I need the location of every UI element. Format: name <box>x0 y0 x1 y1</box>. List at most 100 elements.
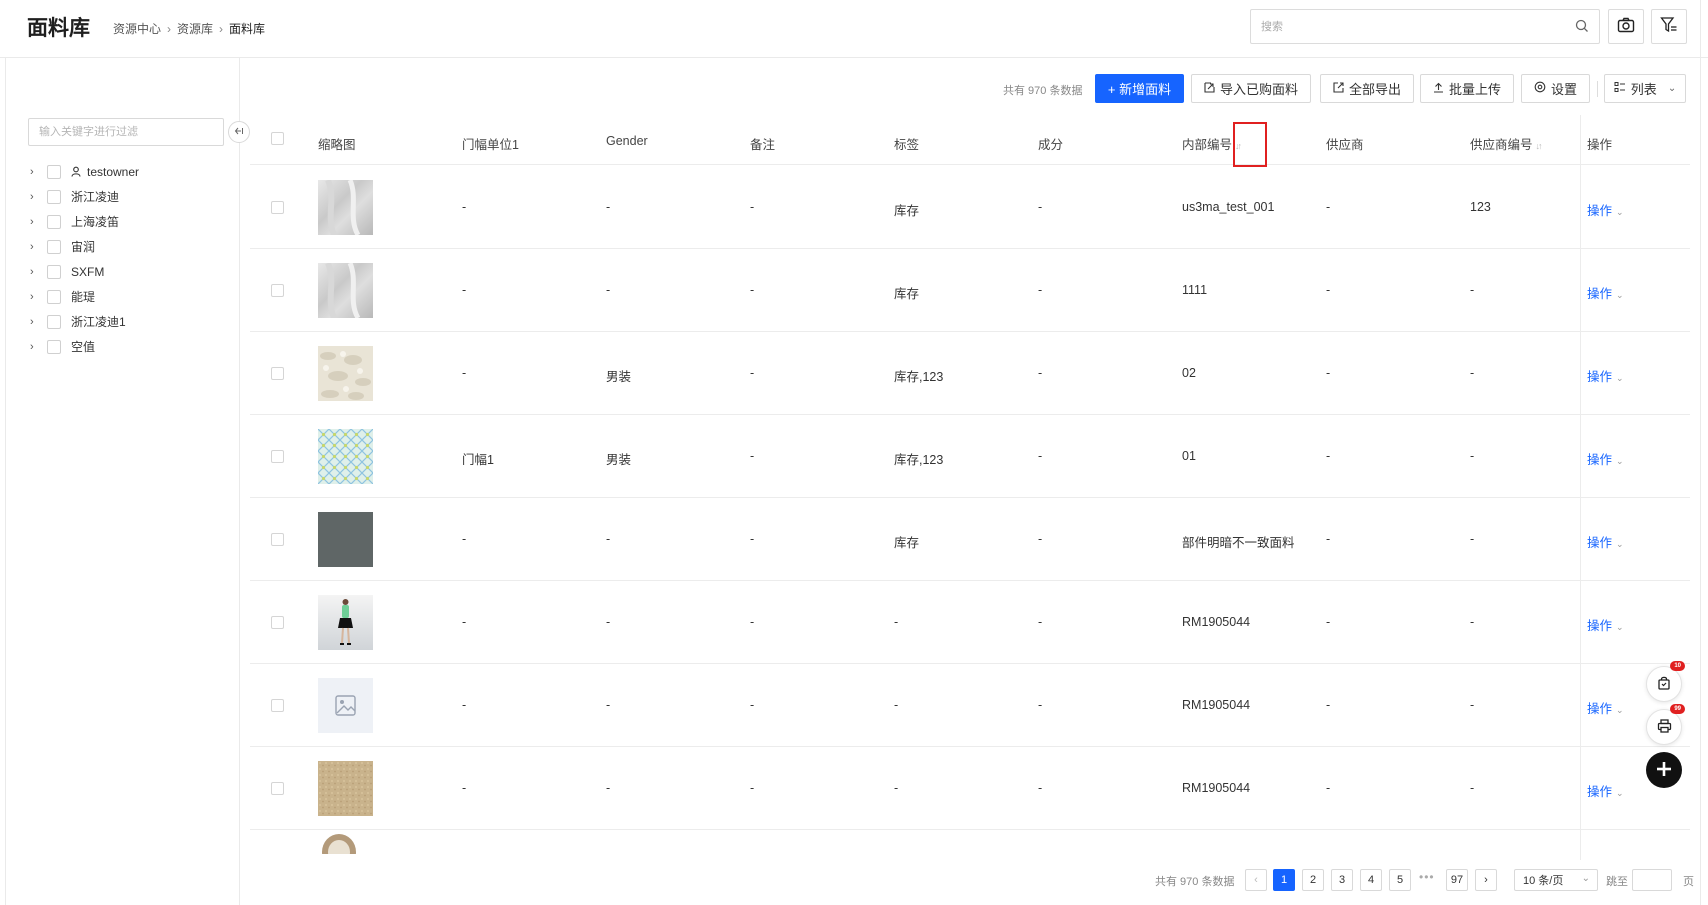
table-row[interactable]: - - - 库存 - 1111 - - 操作 ⌄ <box>250 249 1690 332</box>
cart-float-button[interactable]: 10 <box>1646 661 1685 702</box>
jump-page-input[interactable] <box>1632 869 1672 891</box>
cell-gender: - <box>606 532 611 546</box>
expand-arrow-icon[interactable]: › <box>30 316 42 328</box>
pagination-ellipsis[interactable]: ••• <box>1419 870 1435 884</box>
fabric-thumbnail[interactable] <box>318 429 373 484</box>
view-mode-select[interactable]: 列表 ⌄ <box>1604 74 1686 103</box>
col-supplier-code[interactable]: 供应商编号 ↓↑ <box>1470 134 1543 153</box>
fabric-thumbnail[interactable] <box>318 595 373 650</box>
category-sidebar: › testowner › 浙江凌迪 › 上海凌笛 › 宙润 › SXFM › <box>5 58 250 905</box>
tree-filter-input[interactable] <box>28 118 224 146</box>
row-actions-label: 操作 <box>1587 204 1613 218</box>
sort-icon[interactable]: ↓↑ <box>1536 141 1543 151</box>
prev-page-button[interactable]: ‹ <box>1245 869 1267 891</box>
row-checkbox[interactable] <box>271 284 284 297</box>
fabric-thumbnail[interactable] <box>318 261 373 320</box>
tree-item[interactable]: › 浙江凌迪 <box>30 184 139 209</box>
page-last-button[interactable]: 97 <box>1446 869 1468 891</box>
page-1-button[interactable]: 1 <box>1273 869 1295 891</box>
tree-item[interactable]: › 宙润 <box>30 234 139 259</box>
table-row[interactable]: - 男装 - 库存,123 - 02 - - 操作 ⌄ <box>250 332 1690 415</box>
expand-arrow-icon[interactable]: › <box>30 291 42 303</box>
tree-checkbox[interactable] <box>47 239 61 254</box>
search-icon[interactable] <box>1575 19 1589 33</box>
tree-checkbox[interactable] <box>47 289 61 304</box>
tree-checkbox[interactable] <box>47 314 61 329</box>
tree-item[interactable]: › 能瑅 <box>30 284 139 309</box>
page-5-button[interactable]: 5 <box>1389 869 1411 891</box>
import-purchased-button[interactable]: 导入已购面料 <box>1191 74 1311 103</box>
expand-arrow-icon[interactable]: › <box>30 166 42 178</box>
breadcrumb-resource-library[interactable]: 资源库 <box>177 20 213 37</box>
row-actions-dropdown[interactable]: 操作 ⌄ <box>1587 283 1624 302</box>
filter-button[interactable] <box>1651 9 1687 44</box>
image-search-button[interactable] <box>1608 9 1644 44</box>
next-page-button[interactable]: › <box>1475 869 1497 891</box>
row-actions-dropdown[interactable]: 操作 ⌄ <box>1587 615 1624 634</box>
row-actions-dropdown[interactable]: 操作 ⌄ <box>1587 449 1624 468</box>
expand-arrow-icon[interactable]: › <box>30 191 42 203</box>
row-actions-dropdown[interactable]: 操作 ⌄ <box>1587 200 1624 219</box>
fabric-thumbnail[interactable] <box>318 761 373 816</box>
expand-arrow-icon[interactable]: › <box>30 216 42 228</box>
expand-arrow-icon[interactable]: › <box>30 341 42 353</box>
row-checkbox[interactable] <box>271 201 284 214</box>
row-actions-dropdown[interactable]: 操作 ⌄ <box>1587 781 1624 800</box>
page-2-button[interactable]: 2 <box>1302 869 1324 891</box>
row-actions-dropdown[interactable]: 操作 ⌄ <box>1587 532 1624 551</box>
print-float-button[interactable]: 99 <box>1646 704 1685 745</box>
table-row[interactable]: 门幅1 男装 - 库存,123 - 01 - - 操作 ⌄ <box>250 415 1690 498</box>
row-checkbox[interactable] <box>271 699 284 712</box>
expand-arrow-icon[interactable]: › <box>30 266 42 278</box>
collapse-sidebar-button[interactable] <box>228 121 250 143</box>
row-checkbox[interactable] <box>271 533 284 546</box>
settings-button[interactable]: 设置 <box>1521 74 1590 103</box>
new-fabric-button[interactable]: + 新增面料 <box>1095 74 1184 103</box>
cell-internal-code: 1111 <box>1182 283 1208 297</box>
search-input[interactable] <box>1251 10 1551 43</box>
page-3-button[interactable]: 3 <box>1331 869 1353 891</box>
row-actions-dropdown[interactable]: 操作 ⌄ <box>1587 698 1624 717</box>
cell-tag: 库存,123 <box>894 453 944 467</box>
tree-checkbox[interactable] <box>47 264 61 279</box>
row-actions-dropdown[interactable]: 操作 ⌄ <box>1587 366 1624 385</box>
export-all-button[interactable]: 全部导出 <box>1320 74 1414 103</box>
row-checkbox[interactable] <box>271 450 284 463</box>
select-all-checkbox[interactable] <box>271 132 284 145</box>
row-checkbox[interactable] <box>271 782 284 795</box>
table-row[interactable]: - - - - - RM1905044 - - 操作 ⌄ <box>250 581 1690 664</box>
row-checkbox[interactable] <box>271 367 284 380</box>
page-size-select[interactable]: 10 条/页 ⌄ <box>1514 869 1598 891</box>
tree-item[interactable]: › SXFM <box>30 259 139 284</box>
cell-tag: 库存 <box>894 536 920 550</box>
col-internal-code[interactable]: 内部编号 ↓↑ <box>1182 134 1242 153</box>
page-4-button[interactable]: 4 <box>1360 869 1382 891</box>
tree-item[interactable]: › 浙江凌迪1 <box>30 309 139 334</box>
row-checkbox[interactable] <box>271 616 284 629</box>
table-row[interactable]: - - - 库存 - us3ma_test_001 - 123 操作 ⌄ <box>250 166 1690 249</box>
tree-item[interactable]: › 上海凌笛 <box>30 209 139 234</box>
table-row[interactable]: - - - 库存 - 部件明暗不一致面料 - - 操作 ⌄ <box>250 498 1690 581</box>
new-fabric-label: + 新增面料 <box>1107 82 1172 97</box>
print-badge: 99 <box>1670 704 1685 714</box>
fabric-thumbnail[interactable] <box>318 512 373 567</box>
expand-arrow-icon[interactable]: › <box>30 241 42 253</box>
tree-checkbox[interactable] <box>47 189 61 204</box>
import-purchased-label: 导入已购面料 <box>1219 82 1298 97</box>
tree-item[interactable]: › 空值 <box>30 334 139 359</box>
tree-checkbox[interactable] <box>47 339 61 354</box>
table-row[interactable]: - - - - - RM1905044 - - 操作 ⌄ <box>250 747 1690 830</box>
add-fab-button[interactable] <box>1646 752 1682 788</box>
tree-checkbox[interactable] <box>47 164 61 179</box>
batch-upload-button[interactable]: 批量上传 <box>1420 74 1514 103</box>
breadcrumb-resource-center[interactable]: 资源中心 <box>113 20 161 37</box>
image-placeholder-icon[interactable] <box>318 678 373 733</box>
fabric-thumbnail[interactable] <box>318 346 373 401</box>
tree-checkbox[interactable] <box>47 214 61 229</box>
table-row[interactable]: - - - - - RM1905044 - - 操作 ⌄ <box>250 664 1690 747</box>
tree-item-testowner[interactable]: › testowner <box>30 159 139 184</box>
chevron-down-icon: ⌄ <box>1616 705 1624 715</box>
cell-internal-code: RM1905044 <box>1182 698 1251 712</box>
fabric-thumbnail[interactable] <box>320 830 358 854</box>
fabric-thumbnail[interactable] <box>318 178 373 237</box>
